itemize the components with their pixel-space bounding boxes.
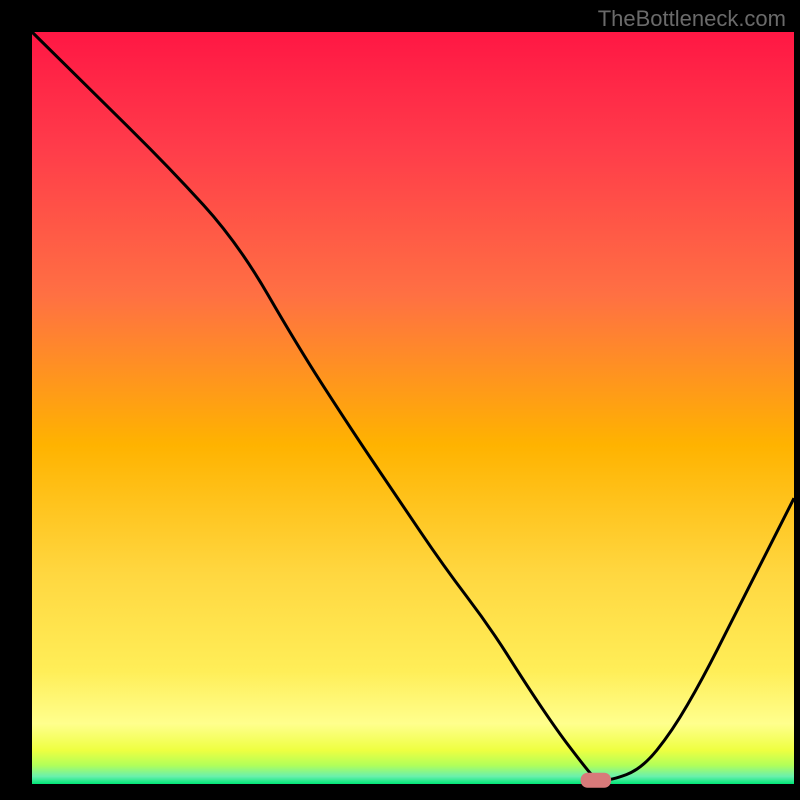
chart-container (0, 0, 800, 800)
optimal-marker (581, 773, 611, 788)
watermark-text: TheBottleneck.com (598, 6, 786, 32)
bottleneck-chart (0, 0, 800, 800)
